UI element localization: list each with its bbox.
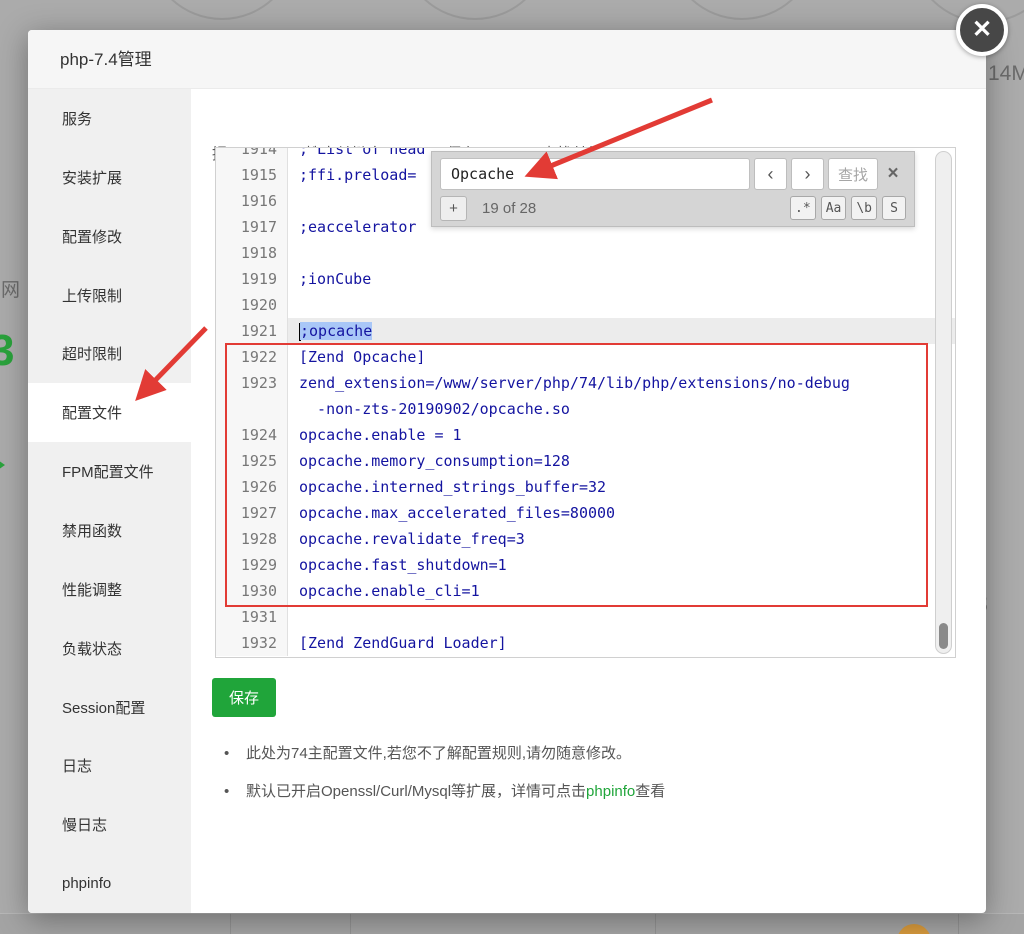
editor-line: 1926 opcache.interned_strings_buffer=32 <box>216 474 955 500</box>
match-count: 19 of 28 <box>482 199 537 217</box>
notes-list: • 此处为74主配置文件,若您不了解配置规则,请勿随意修改。 • 默认已开启Op… <box>224 742 665 818</box>
sidebar-item-phpinfo[interactable]: phpinfo <box>28 854 191 913</box>
modal-title: php-7.4管理 <box>60 50 152 69</box>
bg-table-strip <box>0 913 1024 934</box>
sidebar-item-install-ext[interactable]: 安装扩展 <box>28 148 191 207</box>
modal-header: php-7.4管理 <box>28 30 986 89</box>
find-button[interactable]: 查找 <box>828 158 878 190</box>
search-panel: ‹ › 查找 × + 19 of 28 .* Aa \b S <box>431 151 915 227</box>
sidebar-item-load-status[interactable]: 负载状态 <box>28 619 191 678</box>
s-option-button[interactable]: S <box>882 196 906 220</box>
sidebar-item-config-modify[interactable]: 配置修改 <box>28 207 191 266</box>
save-button[interactable]: 保存 <box>212 678 277 717</box>
editor-line: 1919 ;ionCube <box>216 266 955 292</box>
editor-line-active: 1921 ;opcache <box>216 318 955 344</box>
sidebar-item-session-config[interactable]: Session配置 <box>28 678 191 737</box>
bg-gauge-circle <box>667 0 817 20</box>
editor-line: 1923 zend_extension=/www/server/php/74/li… <box>216 370 955 396</box>
page: 14M 网 3 3 php-7.4管理 ✕ 服务 安装扩展 配置修改 上传限制 … <box>0 0 1024 934</box>
search-close-button[interactable]: × <box>880 158 906 190</box>
bullet-icon: • <box>224 745 230 762</box>
editor-scrollbar[interactable] <box>935 151 952 654</box>
bullet-icon: • <box>224 783 230 800</box>
bg-gauge-circle <box>147 0 297 20</box>
editor-line: 1922 [Zend Opcache] <box>216 344 955 370</box>
search-match-highlight: ;opcache <box>300 322 373 340</box>
sidebar-item-upload-limit[interactable]: 上传限制 <box>28 266 191 325</box>
editor-line: 1931 <box>216 604 955 630</box>
find-next-button[interactable]: › <box>791 158 824 190</box>
editor-line: 1928 opcache.revalidate_freq=3 <box>216 526 955 552</box>
scrollbar-thumb[interactable] <box>939 623 948 649</box>
bg-left-char: 网 <box>1 280 21 301</box>
chevron-right-icon: › <box>804 163 811 184</box>
sidebar-item-fpm-config[interactable]: FPM配置文件 <box>28 442 191 501</box>
search-input[interactable] <box>440 158 750 190</box>
editor-line: 1932 [Zend ZendGuard Loader] <box>216 630 955 656</box>
editor-line: 1925 opcache.memory_consumption=128 <box>216 448 955 474</box>
editor-line: 1927 opcache.max_accelerated_files=80000 <box>216 500 955 526</box>
editor-line: 1918 <box>216 240 955 266</box>
bg-mem-label: 14M <box>988 62 1024 85</box>
sidebar-item-timeout-limit[interactable]: 超时限制 <box>28 324 191 383</box>
editor-line: 1920 <box>216 292 955 318</box>
note-item: • 此处为74主配置文件,若您不了解配置规则,请勿随意修改。 <box>224 745 632 762</box>
editor-line-wrap: -non-zts-20190902/opcache.so <box>216 396 955 422</box>
sidebar-item-performance[interactable]: 性能调整 <box>28 560 191 619</box>
find-previous-button[interactable]: ‹ <box>754 158 787 190</box>
regex-option-button[interactable]: .* <box>790 196 816 220</box>
sidebar-item-slow-log[interactable]: 慢日志 <box>28 795 191 854</box>
sidebar-item-config-file[interactable]: 配置文件 <box>28 383 191 443</box>
sidebar-item-service[interactable]: 服务 <box>28 89 191 148</box>
php-manager-modal: php-7.4管理 ✕ 服务 安装扩展 配置修改 上传限制 超时限制 配置文件 … <box>28 4 1008 913</box>
close-icon: ✕ <box>971 16 993 43</box>
plus-icon: + <box>449 199 458 217</box>
close-button[interactable]: ✕ <box>956 4 1008 56</box>
chevron-left-icon: ‹ <box>767 163 774 184</box>
close-x-icon: × <box>887 163 899 184</box>
bg-left-green-number: 3 <box>0 326 15 375</box>
note-item: • 默认已开启Openssl/Curl/Mysql等扩展，详情可点击phpinf… <box>224 783 666 800</box>
bg-gauge-circle <box>400 0 550 20</box>
sidebar-item-log[interactable]: 日志 <box>28 736 191 795</box>
match-case-option-button[interactable]: Aa <box>820 196 847 220</box>
add-search-row-button[interactable]: + <box>440 195 467 221</box>
editor-line: 1929 opcache.fast_shutdown=1 <box>216 552 955 578</box>
phpinfo-link[interactable]: phpinfo <box>586 783 635 800</box>
whole-word-option-button[interactable]: \b <box>851 196 877 220</box>
editor-line: 1924 opcache.enable = 1 <box>216 422 955 448</box>
sidebar-item-disabled-functions[interactable]: 禁用函数 <box>28 501 191 560</box>
sidebar: 服务 安装扩展 配置修改 上传限制 超时限制 配置文件 FPM配置文件 禁用函数… <box>28 89 191 913</box>
editor-line: 1930 opcache.enable_cli=1 <box>216 578 955 604</box>
bg-green-chevron <box>0 458 5 472</box>
